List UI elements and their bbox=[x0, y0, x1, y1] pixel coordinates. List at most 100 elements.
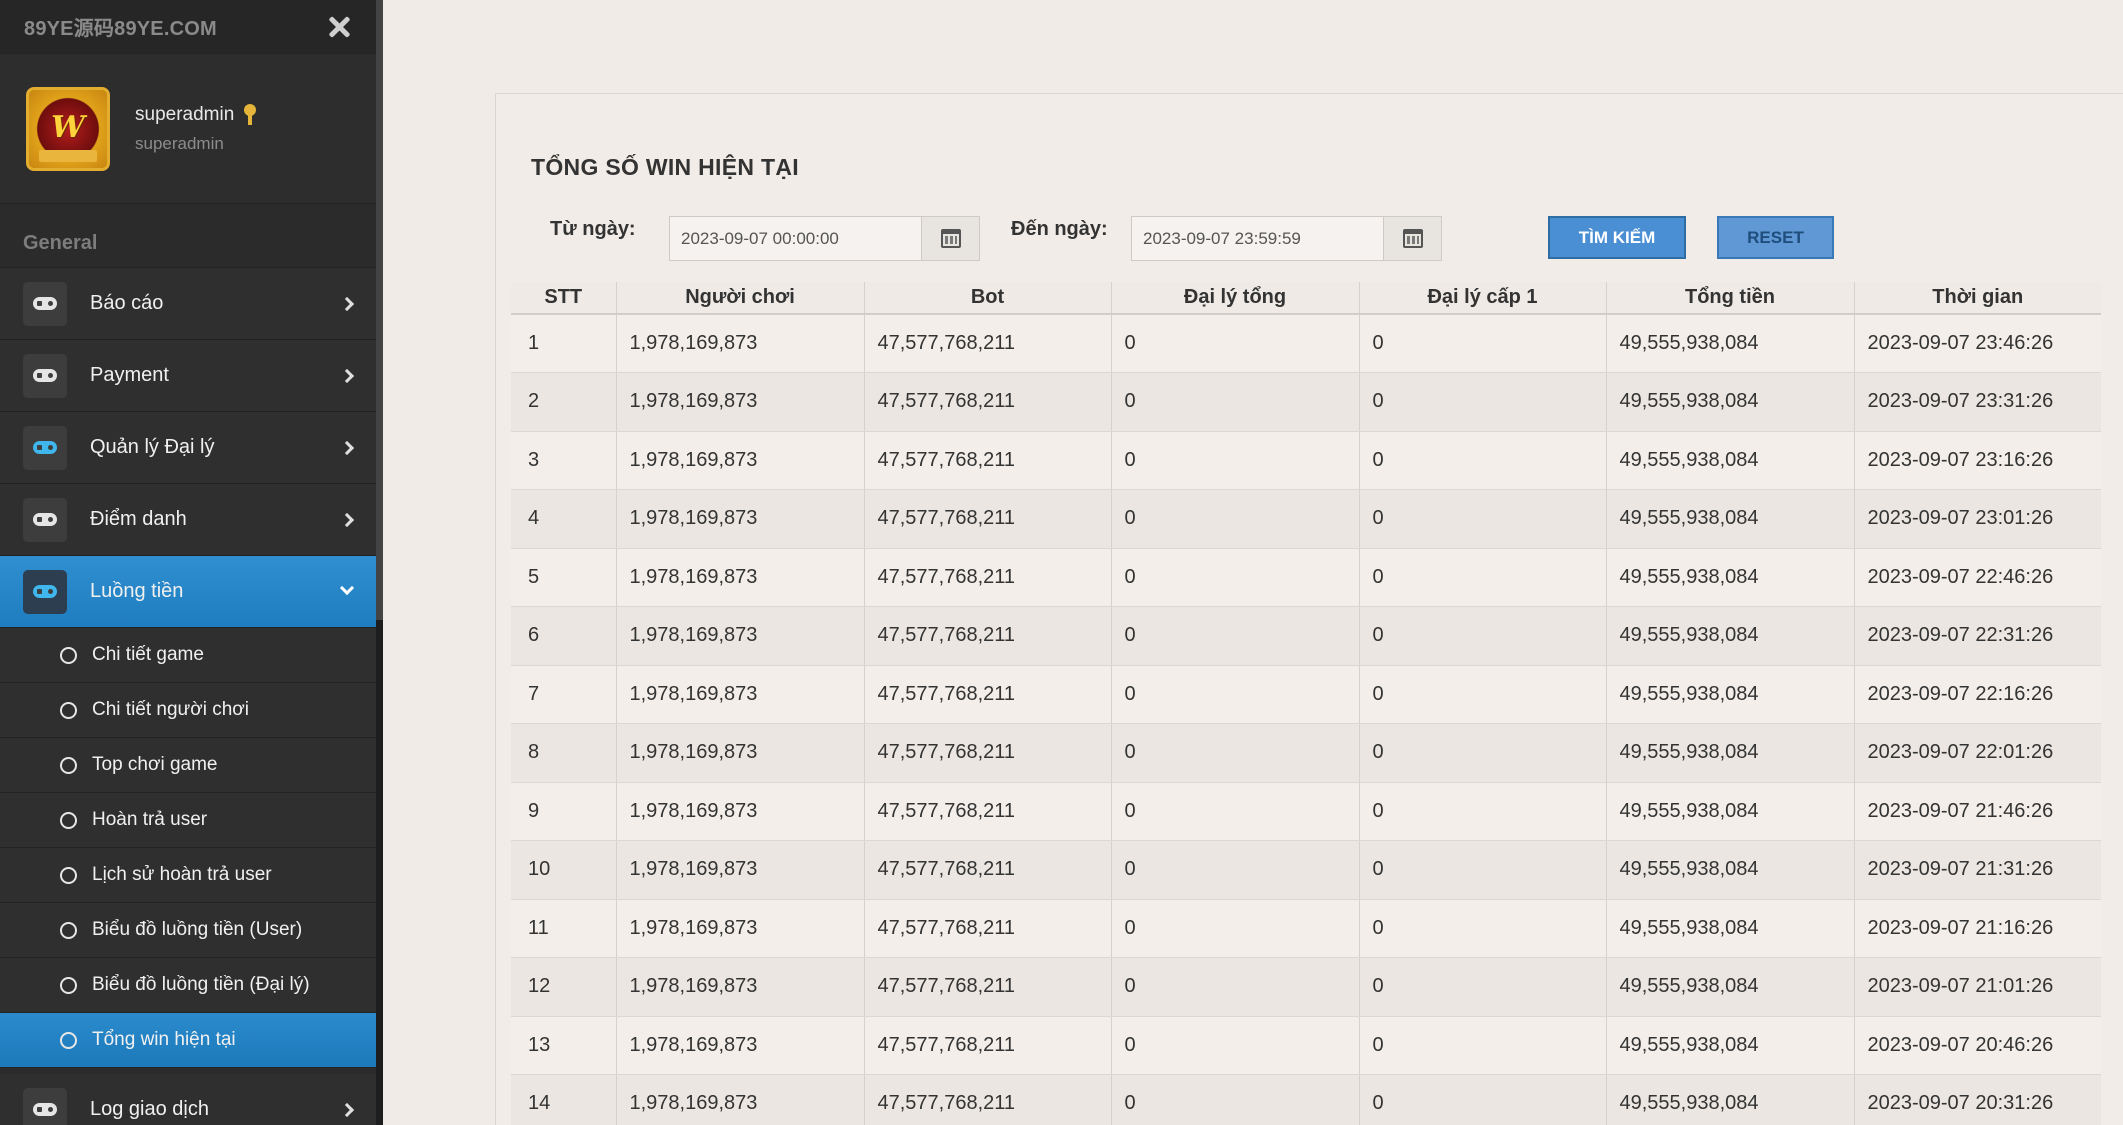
table-cell: 49,555,938,084 bbox=[1605, 372, 1854, 432]
table-cell: 1,978,169,873 bbox=[615, 431, 864, 490]
avatar[interactable]: W bbox=[26, 86, 110, 171]
table-row: 4 1,978,169,873 47,577,768,211 0 0 49,555,938… bbox=[511, 489, 2101, 549]
from-date-input[interactable] bbox=[670, 217, 921, 260]
sidebar: 89YE源码89YE.COM W superadmin superadmin G… bbox=[0, 0, 376, 1125]
menu-icon-box bbox=[23, 497, 67, 542]
table-cell: 13 bbox=[511, 1016, 616, 1075]
table-cell: 0 bbox=[1358, 1074, 1606, 1125]
table-body: 1 1,978,169,873 47,577,768,211 0 0 49,555,938… bbox=[511, 314, 2101, 1125]
table-row: 10 1,978,169,873 47,577,768,211 0 0 49,555,93… bbox=[511, 840, 2101, 900]
table-cell: 0 bbox=[1110, 314, 1359, 373]
table-cell: 0 bbox=[1110, 606, 1359, 666]
table-cell: 49,555,938,084 bbox=[1605, 899, 1854, 958]
chevron-right-icon bbox=[339, 440, 355, 456]
table-cell: 0 bbox=[1110, 723, 1359, 783]
table-cell: 47,577,768,211 bbox=[863, 372, 1111, 432]
menu-item-quan-ly-dai-ly[interactable]: Quản lý Đại lý bbox=[0, 412, 376, 484]
submenu-label: Chi tiết người chơi bbox=[92, 699, 249, 720]
table-cell: 2023-09-07 21:01:26 bbox=[1853, 957, 2101, 1017]
submenu-item-lich-su-hoan-tra[interactable]: Lịch sử hoàn trả user bbox=[0, 848, 376, 903]
chevron-right-icon bbox=[339, 296, 355, 312]
from-date-calendar-button[interactable] bbox=[921, 217, 979, 260]
table-cell: 2023-09-07 20:31:26 bbox=[1853, 1074, 2101, 1125]
table-row: 12 1,978,169,873 47,577,768,211 0 0 49,555,93… bbox=[511, 957, 2101, 1017]
submenu-item-bieu-do-user[interactable]: Biểu đồ luồng tiền (User) bbox=[0, 903, 376, 958]
column-header[interactable]: Đại lý cấp 1 bbox=[1358, 282, 1606, 315]
circle-icon bbox=[60, 866, 77, 884]
submenu-item-top-choi-game[interactable]: Top chơi game bbox=[0, 738, 376, 793]
submenu-label: Chi tiết game bbox=[92, 644, 204, 665]
profile-info: superadmin superadmin bbox=[135, 103, 258, 154]
submenu-item-chi-tiet-nguoi-choi[interactable]: Chi tiết người chơi bbox=[0, 683, 376, 738]
from-date-label: Từ ngày: bbox=[550, 218, 636, 240]
table-cell: 47,577,768,211 bbox=[863, 840, 1111, 900]
circle-icon bbox=[60, 811, 77, 829]
table-cell: 12 bbox=[511, 957, 616, 1017]
table-cell: 47,577,768,211 bbox=[863, 606, 1111, 666]
gamepad-icon bbox=[33, 585, 57, 598]
column-header[interactable]: Thời gian bbox=[1853, 282, 2101, 315]
table-cell: 0 bbox=[1358, 1016, 1606, 1075]
circle-icon bbox=[60, 976, 77, 994]
table-cell: 2023-09-07 23:46:26 bbox=[1853, 314, 2101, 373]
menu-item-payment[interactable]: Payment bbox=[0, 340, 376, 412]
table-cell: 47,577,768,211 bbox=[863, 957, 1111, 1017]
table-cell: 1,978,169,873 bbox=[615, 957, 864, 1017]
submenu-item-hoan-tra-user[interactable]: Hoàn trả user bbox=[0, 793, 376, 848]
reset-button[interactable]: RESET bbox=[1717, 216, 1834, 259]
submenu-item-chi-tiet-game[interactable]: Chi tiết game bbox=[0, 628, 376, 683]
table-cell: 1,978,169,873 bbox=[615, 314, 864, 373]
menu-item-bao-cao[interactable]: Báo cáo bbox=[0, 268, 376, 340]
table-row: 9 1,978,169,873 47,577,768,211 0 0 49,555,938… bbox=[511, 782, 2101, 841]
table-cell: 49,555,938,084 bbox=[1605, 723, 1854, 783]
column-header[interactable]: Người chơi bbox=[615, 282, 864, 315]
circle-icon bbox=[60, 701, 77, 719]
page-title: TỔNG SỐ WIN HIỆN TẠI bbox=[531, 154, 799, 180]
to-date-calendar-button[interactable] bbox=[1383, 217, 1441, 260]
circle-icon bbox=[60, 1031, 77, 1049]
submenu-label: Tổng win hiện tại bbox=[92, 1029, 236, 1050]
sidebar-scrollbar-thumb[interactable] bbox=[376, 0, 383, 620]
table-cell: 3 bbox=[511, 431, 616, 490]
gamepad-icon bbox=[33, 513, 57, 526]
table-cell: 2023-09-07 22:16:26 bbox=[1853, 665, 2101, 724]
menu-item-log-giao-dich[interactable]: Log giao dịch bbox=[0, 1074, 376, 1125]
menu-item-luong-tien[interactable]: Luồng tiền bbox=[0, 556, 376, 628]
to-date-input[interactable] bbox=[1132, 217, 1383, 260]
column-header[interactable]: Bot bbox=[863, 282, 1111, 315]
sidebar-header: 89YE源码89YE.COM bbox=[0, 0, 376, 54]
table-cell: 49,555,938,084 bbox=[1605, 431, 1854, 490]
table-cell: 0 bbox=[1110, 489, 1359, 549]
table-cell: 10 bbox=[511, 840, 616, 900]
profile-name-row: superadmin bbox=[135, 103, 258, 126]
close-icon[interactable] bbox=[326, 14, 352, 40]
table-row: 11 1,978,169,873 47,577,768,211 0 0 49,555,93… bbox=[511, 899, 2101, 958]
table-cell: 0 bbox=[1110, 548, 1359, 607]
table-row: 2 1,978,169,873 47,577,768,211 0 0 49,555,938… bbox=[511, 372, 2101, 432]
gamepad-icon bbox=[33, 1103, 57, 1116]
table-cell: 49,555,938,084 bbox=[1605, 314, 1854, 373]
table-row: 7 1,978,169,873 47,577,768,211 0 0 49,555,938… bbox=[511, 665, 2101, 724]
table-cell: 47,577,768,211 bbox=[863, 665, 1111, 724]
submenu-item-tong-win-hien-tai[interactable]: Tổng win hiện tại bbox=[0, 1013, 376, 1068]
table-cell: 0 bbox=[1358, 548, 1606, 607]
table-cell: 0 bbox=[1110, 840, 1359, 900]
menu-item-diem-danh[interactable]: Điểm danh bbox=[0, 484, 376, 556]
table-cell: 5 bbox=[511, 548, 616, 607]
table-cell: 0 bbox=[1110, 372, 1359, 432]
avatar-band bbox=[39, 149, 97, 162]
table-cell: 0 bbox=[1358, 431, 1606, 490]
key-icon bbox=[242, 103, 258, 126]
table-cell: 0 bbox=[1358, 606, 1606, 666]
table-cell: 1,978,169,873 bbox=[615, 899, 864, 958]
submenu-item-bieu-do-dai-ly[interactable]: Biểu đồ luồng tiền (Đại lý) bbox=[0, 958, 376, 1013]
menu-label: Báo cáo bbox=[90, 292, 164, 314]
column-header[interactable]: Tổng tiền bbox=[1605, 282, 1854, 315]
search-button[interactable]: TÌM KIẾM bbox=[1548, 216, 1686, 259]
table-cell: 1,978,169,873 bbox=[615, 1074, 864, 1125]
section-heading-general: General bbox=[0, 204, 376, 268]
table-cell: 0 bbox=[1110, 957, 1359, 1017]
table-cell: 0 bbox=[1358, 489, 1606, 549]
column-header[interactable]: STT bbox=[511, 282, 616, 315]
column-header[interactable]: Đại lý tổng bbox=[1110, 282, 1359, 315]
